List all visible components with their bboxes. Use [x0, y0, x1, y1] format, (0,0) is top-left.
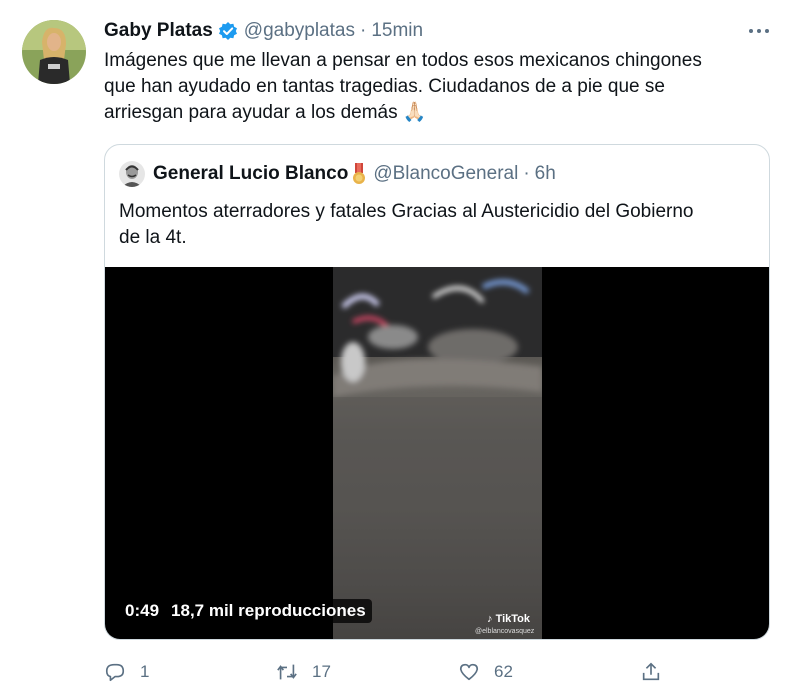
author-handle[interactable]: @gabyplatas: [244, 20, 355, 42]
tweet-text-line-content: arriesgan para ayudar a los demás: [104, 102, 398, 123]
quoted-tweet[interactable]: General Lucio Blanco @BlancoGeneral · 6h…: [104, 144, 770, 640]
verified-icon: [218, 21, 238, 41]
tweet-header: Gaby Platas @gabyplatas · 15min: [104, 18, 423, 44]
retweet-icon: [277, 664, 297, 680]
reply-icon: [105, 663, 125, 682]
tiktok-handle: @elblancovasquez: [475, 628, 535, 635]
like-button[interactable]: 62: [458, 658, 513, 686]
quoted-author-handle: @BlancoGeneral: [373, 163, 519, 184]
tweet[interactable]: Gaby Platas @gabyplatas · 15min Imágenes…: [0, 0, 800, 693]
praying-hands-emoji: 🙏🏻: [402, 102, 427, 123]
tiktok-icon: ♪: [487, 613, 493, 625]
video-stats-badge: 0:49 18,7 mil reproducciones: [119, 599, 372, 623]
more-icon[interactable]: [744, 20, 774, 42]
retweet-count: 17: [312, 662, 331, 681]
like-count: 62: [494, 662, 513, 681]
tweet-text: Imágenes que me llevan a pensar en todos…: [104, 48, 764, 126]
reply-button[interactable]: 1: [104, 658, 149, 686]
quoted-author-name: General Lucio Blanco: [153, 163, 349, 184]
medal-icon: [351, 162, 367, 186]
retweet-button[interactable]: 17: [276, 658, 331, 686]
author-name[interactable]: Gaby Platas: [104, 20, 213, 42]
quoted-text-line: Momentos aterradores y fatales Gracias a…: [119, 201, 694, 222]
tweet-actions: 1 17 62: [104, 658, 664, 686]
like-icon: [459, 663, 479, 681]
quoted-text-line: de la 4t.: [119, 227, 187, 248]
tiktok-label: TikTok: [495, 613, 530, 625]
reply-count: 1: [140, 662, 150, 681]
share-icon: [642, 662, 660, 681]
video-duration: 0:49: [125, 601, 160, 620]
video-views: 18,7 mil reproducciones: [171, 601, 366, 620]
author-avatar[interactable]: [22, 20, 86, 84]
quoted-author-avatar: [119, 161, 145, 187]
tiktok-watermark: ♪ TikTok: [487, 613, 530, 625]
tweet-timestamp[interactable]: 15min: [371, 20, 423, 42]
share-button[interactable]: [640, 658, 676, 686]
quoted-tweet-header: General Lucio Blanco @BlancoGeneral · 6h: [119, 161, 556, 187]
tweet-text-line: Imágenes que me llevan a pensar en todos…: [104, 50, 702, 71]
tweet-text-line: arriesgan para ayudar a los demás 🙏🏻: [104, 100, 764, 126]
quoted-timestamp: 6h: [534, 163, 556, 184]
quoted-tweet-text: Momentos aterradores y fatales Gracias a…: [119, 199, 759, 251]
video-player[interactable]: 0:49 18,7 mil reproducciones ♪ TikTok @e…: [105, 267, 769, 639]
tweet-text-line: que han ayudado en tantas tragedias. Ciu…: [104, 76, 665, 97]
separator-dot: ·: [523, 163, 530, 184]
separator-dot: ·: [359, 20, 367, 41]
video-frame[interactable]: [333, 267, 542, 639]
